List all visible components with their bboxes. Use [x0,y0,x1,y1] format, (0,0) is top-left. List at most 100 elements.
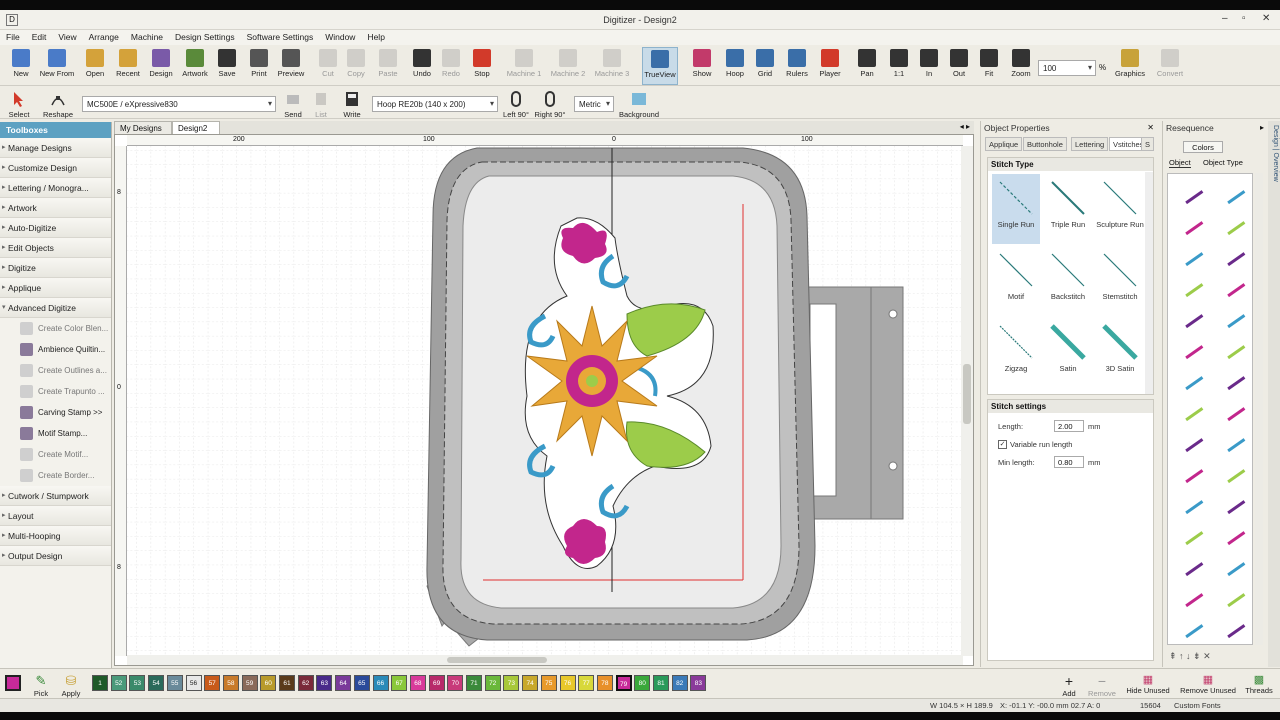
resequence-scrollbar[interactable] [1255,173,1263,645]
stitch-type-zigzag[interactable]: Zigzag [992,318,1040,388]
thread-swatch-56[interactable]: 56 [185,675,202,691]
tab-more[interactable]: S [1141,137,1155,151]
satin-thumbnail[interactable] [1170,207,1210,237]
design-button[interactable]: Design [148,47,174,85]
trueview-button[interactable]: TrueView [642,47,678,85]
toolbox-category-auto-digitize[interactable]: Auto-Digitize [0,218,111,238]
thread-swatch-55[interactable]: 55 [166,675,183,691]
run-stitch-thumbnail[interactable] [1170,424,1210,454]
toolbox-item-create-color-blen[interactable]: Create Color Blen... [0,318,111,339]
toolbox-category-multi-hooping[interactable]: Multi-Hooping [0,526,111,546]
run-stitch-thumbnail[interactable] [1170,548,1210,578]
run-stitch-thumbnail[interactable] [1170,176,1210,206]
resequence-order-buttons[interactable]: ⇞ ↑ ↓ ⇟ ✕ [1169,651,1211,662]
thread-swatch-62[interactable]: 62 [297,675,314,691]
fill-thumbnail[interactable] [1170,610,1210,640]
menu-arrange[interactable]: Arrange [83,30,125,42]
tab-my-designs[interactable]: My Designs ✕ [114,121,172,142]
rulers-button[interactable]: Rulers [784,47,810,85]
stop-button[interactable]: Stop [470,47,494,85]
thread-swatch-72[interactable]: 72 [484,675,501,691]
thread-swatch-67[interactable]: 67 [391,675,408,691]
fill-thumbnail[interactable] [1212,579,1252,609]
menu-machine[interactable]: Machine [125,30,169,42]
toolbox-category-advanced-digitize[interactable]: Advanced Digitize [0,298,111,318]
star-thumbnail[interactable] [1212,362,1252,392]
horizontal-scrollbar[interactable] [127,655,963,665]
toolbox-item-create-motif[interactable]: Create Motif... [0,444,111,465]
new-button[interactable]: New [10,47,32,85]
convert-button[interactable]: Convert [1152,47,1188,85]
tab-design2[interactable]: Design2 ✕ [172,121,220,142]
tab-buttonhole[interactable]: Buttonhole [1023,137,1067,151]
remove-button[interactable]: − Remove [1086,673,1118,698]
thread-swatch-63[interactable]: 63 [316,675,333,691]
hide-unused-button[interactable]: ▦ Hide Unused [1124,673,1172,695]
thread-swatch-82[interactable]: 82 [671,675,688,691]
stitch-type-stemstitch[interactable]: Stemstitch [1096,246,1144,316]
stitch-type-3d-satin[interactable]: 3D Satin [1096,318,1144,388]
remove-unused-button[interactable]: ▦ Remove Unused [1178,673,1238,695]
thread-swatch-54[interactable]: 54 [148,675,165,691]
in-button[interactable]: In [918,47,940,85]
stitch-type-single-run[interactable]: Single Run [992,174,1040,244]
design-workspace[interactable] [127,146,963,656]
toolbox-item-motif-stamp[interactable]: Motif Stamp... [0,423,111,444]
stitch-type-sculpture-run[interactable]: Sculpture Run [1096,174,1144,244]
thread-swatch-71[interactable]: 71 [466,675,482,691]
scroll-thumb[interactable] [447,657,547,663]
save-button[interactable]: Save [216,47,238,85]
toolbox-category-layout[interactable]: Layout [0,506,111,526]
menu-view[interactable]: View [52,30,82,42]
thread-swatch-57[interactable]: 57 [204,675,221,691]
thread-swatch-74[interactable]: 74 [522,675,539,691]
design-drawing[interactable] [127,146,963,656]
vertical-scrollbar[interactable] [961,146,973,656]
toolbox-category-edit-objects[interactable]: Edit Objects [0,238,111,258]
menu-edit[interactable]: Edit [26,30,53,42]
print-button[interactable]: Print [248,47,270,85]
thread-swatch-52[interactable]: 52 [110,675,127,691]
new-from-button[interactable]: New From [38,47,76,85]
thread-swatch-65[interactable]: 65 [353,675,370,691]
machine-3-button[interactable]: Machine 3 [592,47,632,85]
thread-swatch-76[interactable]: 76 [559,675,576,691]
fill-thumbnail[interactable] [1170,486,1210,516]
menu-design-settings[interactable]: Design Settings [169,30,241,42]
star-thumbnail[interactable] [1212,610,1252,640]
thread-swatch-59[interactable]: 59 [241,675,258,691]
maximize-button[interactable]: ▫ [1242,13,1246,24]
zoom-button[interactable]: Zoom [1008,47,1034,85]
open-button[interactable]: Open [84,47,106,85]
toolbox-category-lettering-monogra[interactable]: Lettering / Monogra... [0,178,111,198]
hoop-button[interactable]: Hoop [722,47,748,85]
reshape-tool-button[interactable]: Reshape [40,88,76,126]
redo-button[interactable]: Redo [440,47,462,85]
thread-swatch-75[interactable]: 75 [540,675,557,691]
artwork-button[interactable]: Artwork [180,47,210,85]
thread-swatch-70[interactable]: 70 [447,675,464,691]
toolbox-category-digitize[interactable]: Digitize [0,258,111,278]
paste-button[interactable]: Paste [376,47,400,85]
run-stitch-thumbnail[interactable] [1212,517,1252,547]
player-button[interactable]: Player [816,47,844,85]
scroll-thumb[interactable] [963,364,971,424]
apply-button[interactable]: ⛁ Apply [58,673,84,698]
thread-swatch-77[interactable]: 77 [578,675,595,691]
zoom-level-select[interactable]: 100 [1038,60,1096,76]
thread-swatch-66[interactable]: 66 [372,675,389,691]
current-color-swatch[interactable] [5,675,21,691]
min-length-input[interactable]: 0.80 [1054,456,1084,468]
menu-software-settings[interactable]: Software Settings [241,30,320,42]
thread-swatch-83[interactable]: 83 [690,675,707,691]
menu-file[interactable]: File [0,30,26,42]
toolbox-item-create-outlines-a[interactable]: Create Outlines a... [0,360,111,381]
pan-button[interactable]: Pan [856,47,878,85]
stitch-type-motif[interactable]: Motif [992,246,1040,316]
thread-swatch-80[interactable]: 80 [634,675,651,691]
stitch-type-satin[interactable]: Satin [1044,318,1092,388]
1-1-button[interactable]: 1:1 [888,47,910,85]
run-stitch-thumbnail[interactable] [1212,269,1252,299]
pick-button[interactable]: ✎ Pick [30,673,52,698]
graphics-button[interactable]: Graphics [1112,47,1148,85]
